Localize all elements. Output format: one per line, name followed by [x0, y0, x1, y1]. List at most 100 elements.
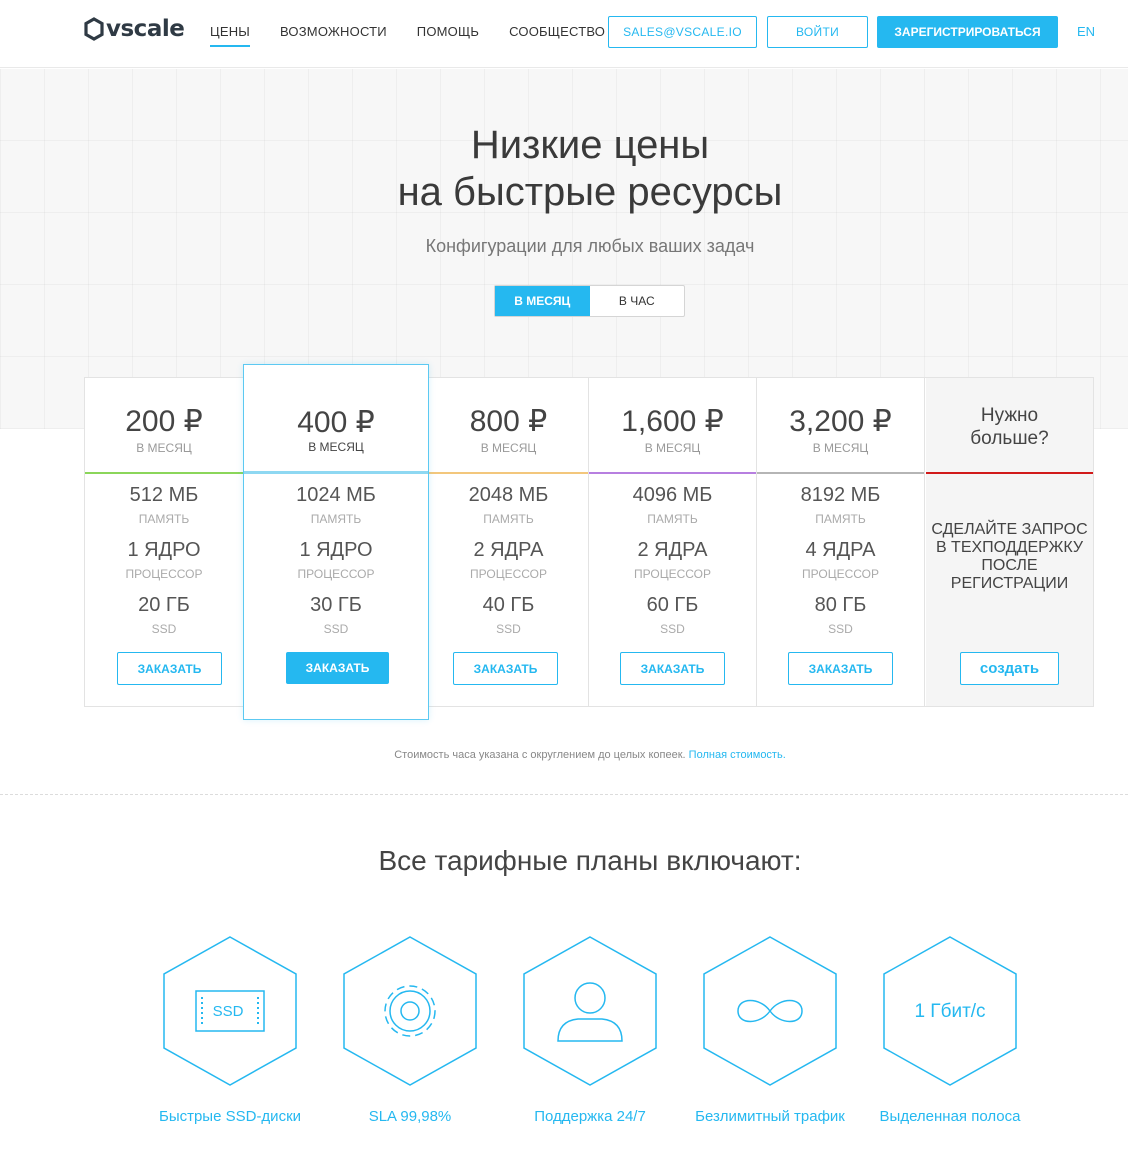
custom-plan-title-line-1: Нужно	[980, 405, 1039, 426]
cpu-label: ПРОЦЕССОР	[297, 567, 375, 581]
ssd-label: SSD	[496, 622, 521, 636]
plan-period: В МЕСЯЦ	[812, 441, 869, 455]
plan-card-custom: Нужно больше? СДЕЛАЙТЕ ЗАПРОС В ТЕХПОДДЕ…	[926, 378, 1093, 706]
memory-label: ПАМЯТЬ	[138, 512, 190, 526]
plan-header: 800 ₽ В МЕСЯЦ	[429, 378, 588, 474]
plan-period: В МЕСЯЦ	[136, 441, 192, 455]
feature-label: Быстрые SSD-диски	[158, 1108, 302, 1125]
cpu-value: 1 ЯДРО	[127, 539, 201, 561]
feature-ssd: SSD Быстрые SSD-диски	[145, 935, 315, 1135]
ssd-icon-text: SSD	[212, 1003, 244, 1020]
language-switch[interactable]: EN	[1077, 24, 1095, 39]
toggle-monthly[interactable]: В МЕСЯЦ	[495, 286, 590, 316]
nav-item-help[interactable]: ПОМОЩЬ	[417, 24, 479, 47]
header: vscale ЦЕНЫ ВОЗМОЖНОСТИ ПОМОЩЬ СООБЩЕСТВ…	[0, 0, 1128, 68]
cpu-value: 2 ЯДРА	[637, 539, 708, 561]
feature-label: Выделенная полоса	[879, 1108, 1021, 1125]
hero-subtitle: Конфигурации для любых ваших задач	[425, 236, 755, 256]
ssd-label: SSD	[660, 622, 685, 636]
custom-plan-title-line-2: больше?	[970, 428, 1049, 449]
memory-value: 512 МБ	[129, 484, 199, 506]
memory-value: 8192 МБ	[800, 484, 881, 506]
custom-plan-header: Нужно больше?	[926, 378, 1093, 474]
memory-value: 4096 МБ	[632, 484, 713, 506]
pricing-note-text: Стоимость часа указана с округлением до …	[394, 749, 686, 761]
gear-icon	[343, 936, 477, 1086]
order-button[interactable]: ЗАКАЗАТЬ	[117, 652, 222, 685]
feature-bandwidth: 1 Гбит/с Выделенная полоса	[865, 935, 1035, 1135]
pricing-note: Стоимость часа указана с округлением до …	[0, 749, 1128, 761]
plan-card-400-featured: 400 ₽ В МЕСЯЦ 1024 МБ ПАМЯТЬ 1 ЯДРО ПРОЦ…	[243, 364, 429, 720]
plan-price: 400 ₽	[297, 406, 375, 439]
ssd-value: 40 ГБ	[482, 594, 535, 616]
plan-header: 3,200 ₽ В МЕСЯЦ	[757, 378, 924, 474]
memory-label: ПАМЯТЬ	[815, 512, 866, 526]
main-nav: ЦЕНЫ ВОЗМОЖНОСТИ ПОМОЩЬ СООБЩЕСТВО	[210, 24, 635, 47]
order-button[interactable]: ЗАКАЗАТЬ	[286, 652, 389, 684]
order-button[interactable]: ЗАКАЗАТЬ	[620, 652, 725, 685]
plan-header: 1,600 ₽ В МЕСЯЦ	[589, 378, 756, 474]
ssd-label: SSD	[828, 622, 853, 636]
logo-text: vscale	[106, 16, 185, 42]
nav-item-features[interactable]: ВОЗМОЖНОСТИ	[280, 24, 387, 47]
order-button[interactable]: ЗАКАЗАТЬ	[453, 652, 558, 685]
plan-price: 200 ₽	[125, 405, 203, 438]
feature-label: Поддержка 24/7	[534, 1108, 646, 1125]
memory-label: ПАМЯТЬ	[483, 512, 534, 526]
nav-item-prices[interactable]: ЦЕНЫ	[210, 24, 250, 47]
nav-item-community[interactable]: СООБЩЕСТВО	[509, 24, 605, 47]
ssd-value: 30 ГБ	[310, 594, 362, 616]
cpu-value: 1 ЯДРО	[299, 539, 373, 561]
memory-label: ПАМЯТЬ	[310, 512, 362, 526]
ssd-value: 20 ГБ	[138, 594, 190, 616]
plan-card-1600: 1,600 ₽ В МЕСЯЦ 4096 МБ ПАМЯТЬ 2 ЯДРА ПР…	[589, 378, 757, 706]
plan-period: В МЕСЯЦ	[644, 441, 701, 455]
section-divider	[0, 794, 1128, 795]
ssd-value: 60 ГБ	[646, 594, 699, 616]
user-icon	[523, 936, 657, 1086]
feature-sla: SLA 99,98%	[325, 935, 495, 1135]
order-button[interactable]: ЗАКАЗАТЬ	[788, 652, 893, 685]
plan-period: В МЕСЯЦ	[308, 440, 364, 454]
full-price-link[interactable]: Полная стоимость.	[689, 749, 786, 761]
hero-title: Низкие цены на быстрые ресурсы	[0, 122, 1128, 216]
hero-title-line-1: Низкие цены	[470, 123, 710, 167]
cpu-label: ПРОЦЕССОР	[470, 567, 547, 581]
login-button[interactable]: ВОЙТИ	[767, 16, 868, 48]
cpu-label: ПРОЦЕССОР	[802, 567, 879, 581]
register-button[interactable]: ЗАРЕГИСТРИРОВАТЬСЯ	[877, 16, 1058, 48]
memory-value: 2048 МБ	[468, 484, 549, 506]
plan-period: В МЕСЯЦ	[480, 441, 537, 455]
feature-label: Безлимитный трафик	[695, 1108, 845, 1125]
cpu-label: ПРОЦЕССОР	[125, 567, 203, 581]
bandwidth-icon-text: 1 Гбит/с	[914, 1001, 986, 1022]
memory-value: 1024 МБ	[296, 484, 376, 506]
feature-traffic: Безлимитный трафик	[685, 935, 855, 1135]
feature-support: Поддержка 24/7	[505, 935, 675, 1135]
sales-email-button[interactable]: SALES@VSCALE.IO	[608, 16, 757, 48]
logo-hexagon-icon	[84, 17, 104, 41]
cpu-value: 2 ЯДРА	[473, 539, 544, 561]
features-title: Все тарифные планы включают:	[378, 845, 802, 876]
create-request-button[interactable]: создать	[960, 652, 1059, 685]
plan-card-200: 200 ₽ В МЕСЯЦ 512 МБ ПАМЯТЬ 1 ЯДРО ПРОЦЕ…	[85, 378, 244, 706]
logo[interactable]: vscale	[84, 16, 185, 42]
infinity-icon	[703, 936, 837, 1086]
plan-header: 200 ₽ В МЕСЯЦ	[85, 378, 243, 474]
feature-label: SLA 99,98%	[368, 1108, 452, 1125]
pricing-table: 200 ₽ В МЕСЯЦ 512 МБ ПАМЯТЬ 1 ЯДРО ПРОЦЕ…	[84, 377, 1094, 707]
cpu-value: 4 ЯДРА	[805, 539, 876, 561]
plan-price: 3,200 ₽	[789, 405, 892, 438]
cpu-label: ПРОЦЕССОР	[634, 567, 711, 581]
hero-title-line-2: на быстрые ресурсы	[397, 170, 783, 214]
plan-price: 800 ₽	[469, 405, 548, 438]
memory-label: ПАМЯТЬ	[647, 512, 698, 526]
custom-plan-text: СДЕЛАЙТЕ ЗАПРОС В ТЕХПОДДЕРЖКУ ПОСЛЕ РЕГ…	[931, 521, 1088, 592]
toggle-hourly[interactable]: В ЧАС	[590, 286, 685, 316]
plan-card-3200: 3,200 ₽ В МЕСЯЦ 8192 МБ ПАМЯТЬ 4 ЯДРА ПР…	[757, 378, 925, 706]
plan-card-800: 800 ₽ В МЕСЯЦ 2048 МБ ПАМЯТЬ 2 ЯДРА ПРОЦ…	[429, 378, 589, 706]
ssd-label: SSD	[323, 622, 349, 636]
ssd-value: 80 ГБ	[814, 594, 867, 616]
plan-price: 1,600 ₽	[621, 405, 724, 438]
billing-period-toggle: В МЕСЯЦ В ЧАС	[494, 285, 685, 317]
